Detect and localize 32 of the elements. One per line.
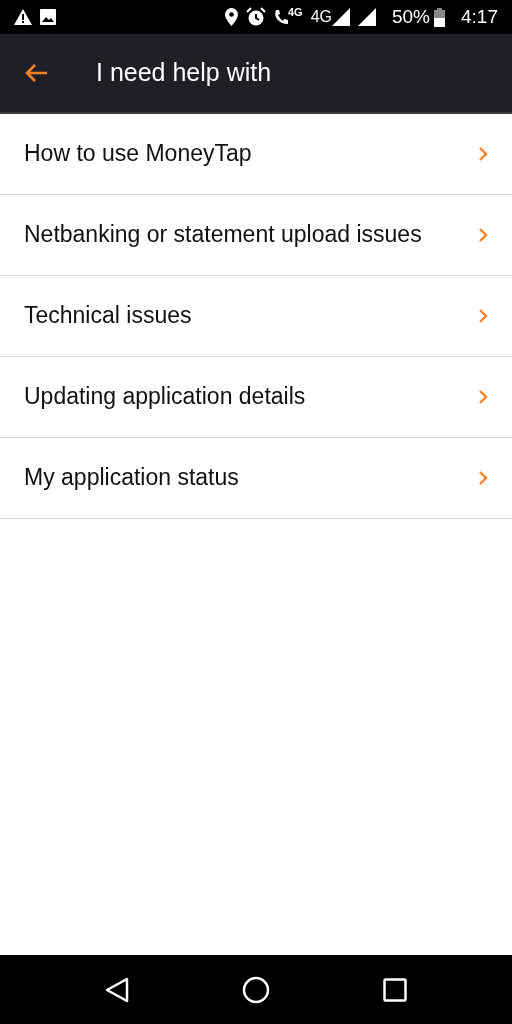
topic-label: Netbanking or statement upload issues [24, 220, 422, 250]
phone-icon [273, 9, 288, 25]
network-label: 4G [310, 7, 332, 27]
recents-icon[interactable] [383, 977, 408, 1002]
location-icon [224, 8, 238, 26]
topic-row[interactable]: My application status [0, 438, 512, 519]
chevron-right-icon [478, 470, 488, 486]
screen-title: I need help with [96, 57, 272, 89]
topic-label: My application status [24, 463, 239, 493]
topic-label: Technical issues [24, 301, 192, 331]
topic-label: Updating application details [24, 382, 306, 412]
back-arrow-icon[interactable] [24, 63, 48, 83]
clock-time: 4:17 [461, 4, 498, 29]
chevron-right-icon [478, 308, 488, 324]
image-icon [40, 9, 56, 25]
warning-icon [14, 9, 32, 25]
volte-label: 4G [287, 5, 303, 20]
chevron-right-icon [478, 389, 488, 405]
topic-row[interactable]: Updating application details [0, 357, 512, 438]
alarm-icon [245, 7, 266, 27]
battery-percent: 50% [392, 4, 430, 29]
signal-icon [358, 8, 376, 26]
topic-row[interactable]: Netbanking or statement upload issues [0, 195, 512, 276]
topic-row[interactable]: Technical issues [0, 276, 512, 357]
chevron-right-icon [478, 146, 488, 162]
topic-label: How to use MoneyTap [24, 139, 252, 169]
signal-icon [332, 8, 350, 26]
topic-row[interactable]: How to use MoneyTap [0, 114, 512, 195]
battery-icon [434, 7, 445, 27]
chevron-right-icon [478, 227, 488, 243]
home-icon[interactable] [242, 975, 270, 1004]
back-icon[interactable] [104, 976, 129, 1003]
